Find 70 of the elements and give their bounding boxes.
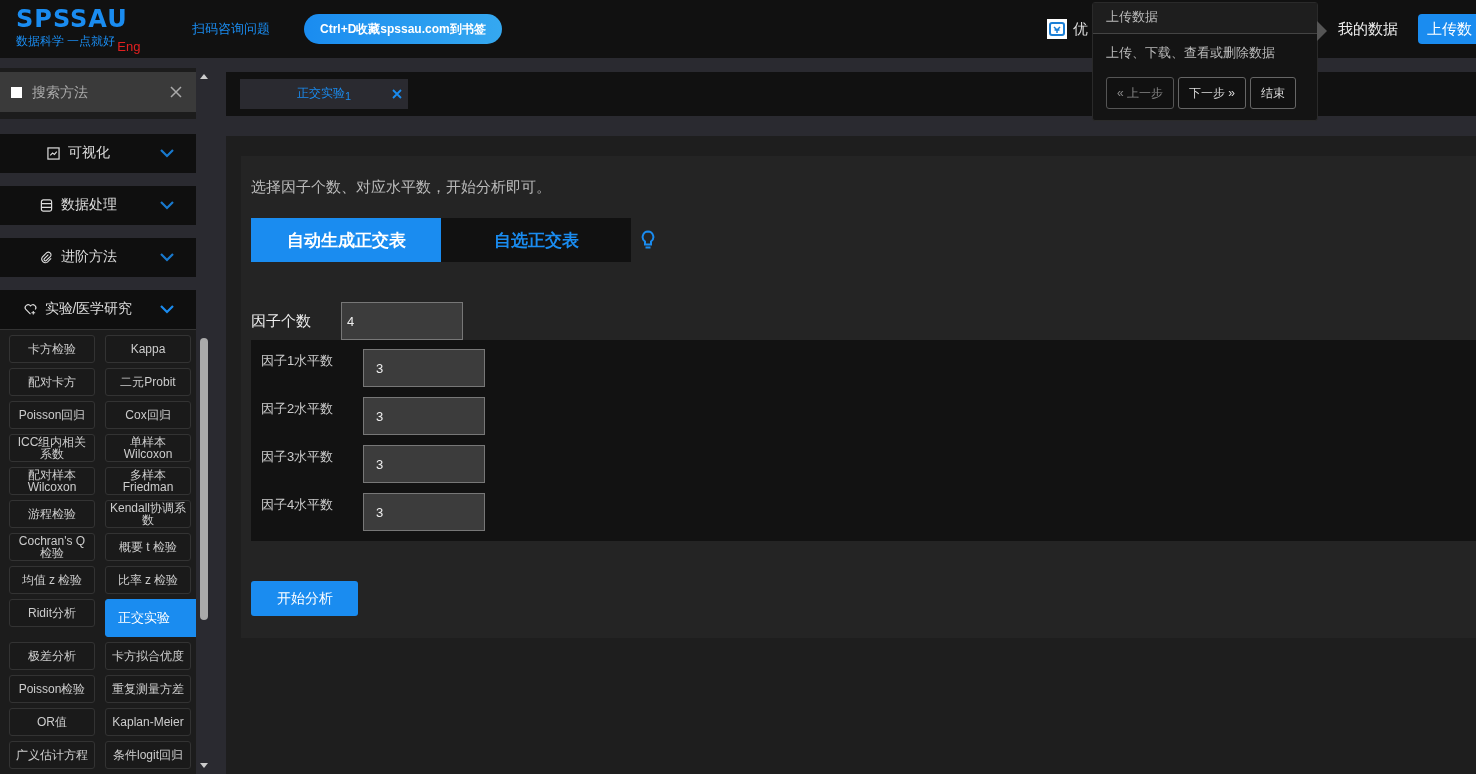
category-header[interactable]: 数据处理 [0,185,196,225]
method-button[interactable]: 比率 z 检验 [105,565,191,594]
chevron-down-icon [160,252,174,262]
method-button[interactable]: Poisson检验 [9,674,95,703]
method-button[interactable]: ICC组内相关系数 [9,433,95,462]
method-button[interactable]: 重复测量方差 [105,674,191,703]
method-button[interactable]: 卡方检验 [9,334,95,363]
logo-text[interactable]: SPSSAU [16,8,186,30]
paperclip-icon [39,250,53,264]
method-button[interactable]: Cochran's Q 检验 [9,532,95,561]
search-bar[interactable]: 搜索方法 [0,72,196,112]
field-label: 因子1水平数 [261,352,335,370]
chart-icon [46,146,60,160]
method-button[interactable]: 条件logit回归 [105,740,191,769]
level-select[interactable]: 3 [363,445,485,483]
method-button[interactable]: 配对卡方 [9,367,95,396]
promo-link[interactable]: 优 [1073,19,1088,39]
field-label: 因子4水平数 [261,496,335,514]
level-select[interactable]: 3 [363,493,485,531]
tour-step-button[interactable]: 结束 [1250,77,1297,109]
language-link[interactable]: Eng [117,39,141,54]
lightbulb-icon[interactable] [641,230,655,250]
field-label: 因子个数 [251,311,311,331]
mode-tab[interactable]: 自选正交表 [441,218,631,262]
close-icon[interactable] [170,86,182,98]
level-select[interactable]: 3 [363,397,485,435]
search-field[interactable]: 搜索方法 [30,83,162,101]
method-button[interactable]: 概要 t 检验 [105,532,191,561]
checkbox-icon [11,86,22,98]
method-button[interactable]: Kaplan-Meier [105,707,191,736]
heart-icon [23,302,37,316]
method-button[interactable]: Cox回归 [105,400,191,429]
close-icon[interactable] [392,89,402,99]
category-header[interactable]: 进阶方法 [0,237,196,277]
method-button[interactable]: 均值 z 检验 [9,565,95,594]
scan-consult-link[interactable]: 扫码咨询问题 [192,20,270,38]
scroll-down-icon[interactable] [200,763,208,768]
chevron-down-icon [160,200,174,210]
scrollbar-thumb[interactable] [200,338,208,620]
database-icon [39,198,53,212]
method-button[interactable]: 广义估计方程 [9,740,95,769]
method-button[interactable]: 配对样本 Wilcoxon [9,466,95,495]
method-button[interactable]: 卡方拟合优度 [105,641,191,670]
slogan-text: 数据科学 一点就好 [16,33,116,50]
method-button[interactable]: Kendall协调系数 [105,499,191,528]
factor-count-select[interactable]: 4 [341,302,463,340]
popover-title: 上传数据 [1093,3,1317,34]
method-button[interactable]: 单样本 Wilcoxon [105,433,191,462]
ticket-icon[interactable] [1047,19,1067,39]
scroll-up-icon[interactable] [200,74,208,79]
popover-text: 上传、下载、查看或删除数据 [1105,44,1276,62]
method-button[interactable]: 游程检验 [9,499,95,528]
method-button[interactable]: 多样本 Friedman [105,466,191,495]
method-button[interactable]: 二元Probit [105,367,191,396]
level-select[interactable]: 3 [363,349,485,387]
method-button[interactable]: Kappa [105,334,191,363]
category-header[interactable]: 可视化 [0,133,196,173]
my-data-link[interactable]: 我的数据 [1338,19,1398,39]
method-button[interactable]: 极差分析 [9,641,95,670]
popover-arrow-icon [1317,21,1327,41]
chevron-down-icon [160,148,174,158]
instruction-text: 选择因子个数、对应水平数，开始分析即可。 [251,178,552,197]
method-button[interactable]: OR值 [9,707,95,736]
method-button[interactable]: Ridit分析 [9,598,95,627]
category-header[interactable]: 实验/医学研究 [0,289,196,329]
field-label: 因子3水平数 [261,448,335,466]
method-button[interactable]: Poisson回归 [9,400,95,429]
chevron-down-icon [160,304,174,314]
field-label: 因子2水平数 [261,400,335,418]
tour-step-button[interactable]: 下一步 » [1178,77,1247,109]
